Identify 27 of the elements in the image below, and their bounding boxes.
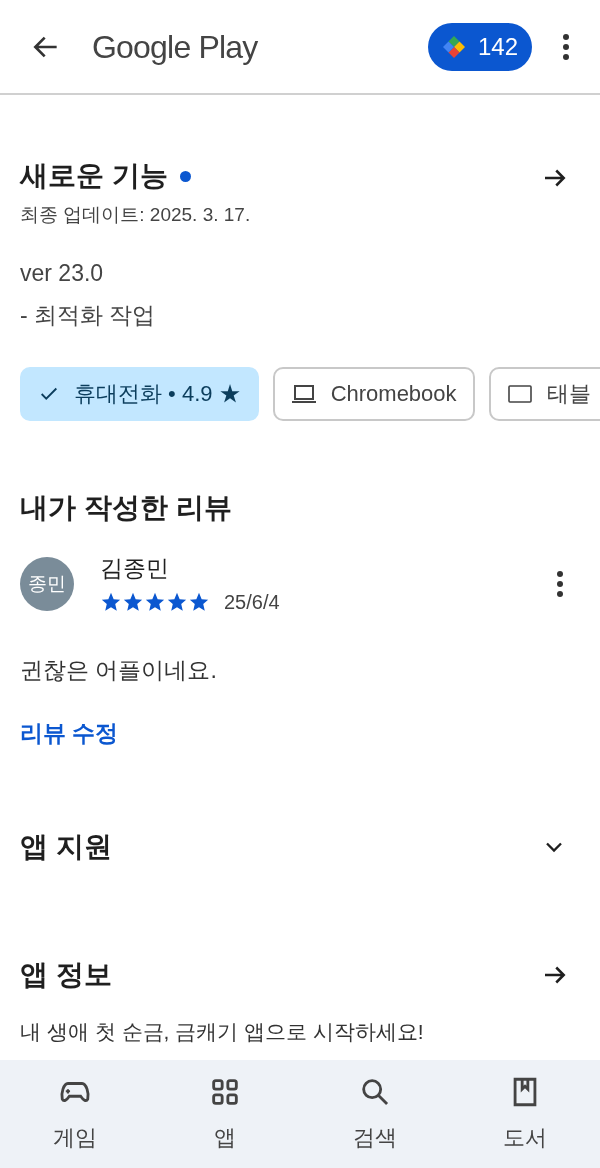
reviewer-name: 김종민 [100, 553, 170, 583]
points-badge[interactable]: 142 [427, 22, 532, 71]
nav-tab[interactable]: 게임 [0, 1060, 150, 1168]
app-title: Google Play [92, 27, 258, 67]
release-notes: - 최적화 작업 [20, 301, 157, 330]
section-title: 앱 지원 [20, 830, 112, 864]
more-options-icon[interactable] [556, 569, 564, 598]
section-title: 앱 정보 [20, 958, 112, 992]
device-chip[interactable]: 휴대전화 • 4.9 ★ [20, 366, 259, 421]
section-title: 새로운 기능 [20, 159, 168, 193]
nav-tab[interactable]: 앱 [150, 1060, 300, 1168]
user-avatar: 종민 [20, 556, 74, 611]
more-options-icon[interactable] [562, 32, 570, 61]
nav-tab[interactable]: 검색 [300, 1060, 450, 1168]
update-date: 최종 업데이트: 2025. 3. 17. [20, 203, 252, 227]
review-date: 25/6/4 [224, 590, 280, 615]
laptop-icon [290, 382, 317, 405]
section-title: 내가 작성한 리뷰 [20, 490, 233, 525]
edit-review-link[interactable]: 리뷰 수정 [20, 715, 119, 750]
review-text: 귄찮은 어플이네요. [20, 656, 218, 685]
diamond-icon [441, 34, 466, 59]
version-text: ver 23.0 [20, 258, 105, 288]
nav-tab[interactable]: 도서 [450, 1060, 600, 1168]
device-chip[interactable]: Chromebook [272, 366, 475, 421]
app-description: 내 생애 첫 순금, 금캐기 앱으로 시작하세요! [20, 1019, 425, 1045]
device-chip[interactable]: 태블 [488, 366, 600, 421]
tablet-icon [506, 383, 533, 404]
